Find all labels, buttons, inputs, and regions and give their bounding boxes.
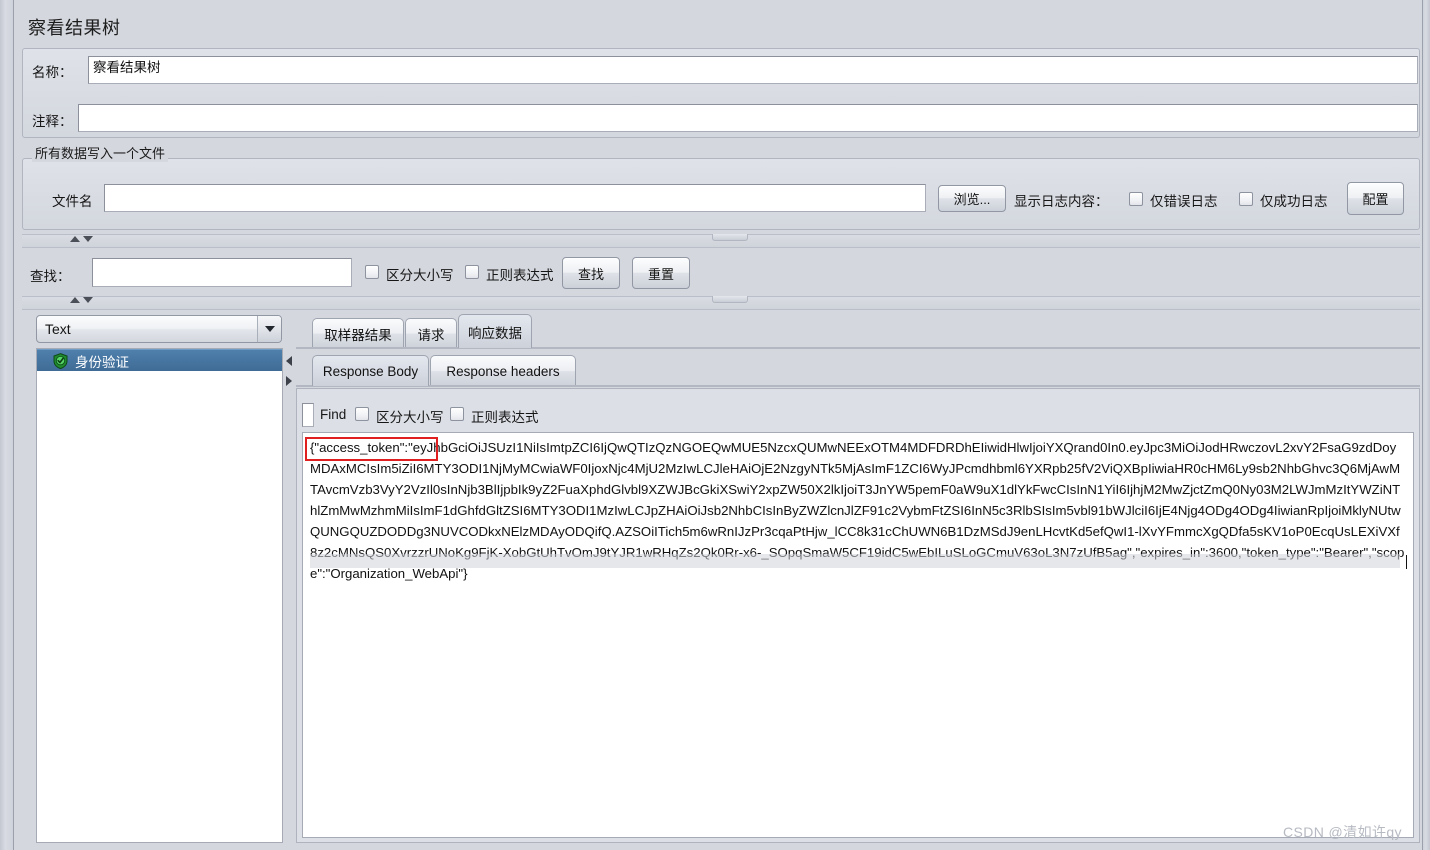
csdn-watermark: CSDN @清如许qy <box>1283 824 1402 840</box>
renderer-combo-value: Text <box>45 321 71 337</box>
tab-response-body[interactable]: Response Body <box>312 355 429 386</box>
splitter-top-notch[interactable] <box>712 234 748 241</box>
chevron-down-icon[interactable] <box>257 316 281 342</box>
response-tabs-underline <box>296 385 1420 387</box>
window-right-rail <box>1422 0 1430 850</box>
response-regex-checkbox[interactable] <box>450 407 464 421</box>
collapse-up-icon-2[interactable] <box>70 297 80 303</box>
response-regex-label: 正则表达式 <box>471 410 539 425</box>
collapse-left-icon[interactable] <box>286 356 292 366</box>
write-file-group-legend: 所有数据写入一个文件 <box>32 143 169 162</box>
tab-sampler-result[interactable]: 取样器结果 <box>312 318 404 348</box>
response-find-input[interactable] <box>302 403 314 427</box>
search-case-sensitive-label: 区分大小写 <box>386 268 454 283</box>
reset-button[interactable]: 重置 <box>632 257 690 289</box>
search-regex-checkbox[interactable] <box>465 265 479 279</box>
collapse-down-icon-2[interactable] <box>83 297 93 303</box>
collapse-up-icon[interactable] <box>70 236 80 242</box>
tab-response-data[interactable]: 响应数据 <box>458 314 532 348</box>
text-caret <box>1406 555 1407 569</box>
tab-request[interactable]: 请求 <box>405 318 457 348</box>
search-input[interactable] <box>92 258 352 287</box>
results-tree-panel[interactable]: 身份验证 <box>36 348 283 843</box>
tree-item-label: 身份验证 <box>75 354 129 370</box>
success-only-checkbox[interactable] <box>1239 192 1253 206</box>
name-label: 名称： <box>32 65 73 80</box>
search-label: 查找： <box>30 269 71 284</box>
search-case-sensitive-checkbox[interactable] <box>365 265 379 279</box>
log-display-label: 显示日志内容： <box>1014 194 1109 209</box>
comment-input[interactable] <box>78 104 1418 132</box>
horizontal-splitter-arrows[interactable] <box>284 348 294 394</box>
splitter-top-arrows[interactable] <box>70 236 93 242</box>
response-case-sensitive-label: 区分大小写 <box>376 410 444 425</box>
search-regex-label: 正则表达式 <box>486 268 554 283</box>
filename-label: 文件名 <box>52 194 93 209</box>
comment-label: 注释： <box>32 114 73 129</box>
errors-only-label: 仅错误日志 <box>1150 194 1218 209</box>
configure-button[interactable]: 配置 <box>1347 182 1404 215</box>
response-case-sensitive-checkbox[interactable] <box>355 407 369 421</box>
errors-only-checkbox[interactable] <box>1129 192 1143 206</box>
renderer-combo[interactable]: Text <box>36 315 282 343</box>
success-only-label: 仅成功日志 <box>1260 194 1328 209</box>
shield-check-icon <box>53 352 68 369</box>
selection-strip <box>310 554 1400 568</box>
collapse-down-icon[interactable] <box>83 236 93 242</box>
filename-input[interactable] <box>104 184 926 212</box>
response-body-area[interactable]: {"access_token":"eyJhbGciOiJSUzI1NiIsImt… <box>302 432 1414 838</box>
splitter-mid-notch[interactable] <box>712 296 748 303</box>
collapse-right-icon[interactable] <box>286 376 292 386</box>
page-title: 察看结果树 <box>28 18 121 38</box>
find-button[interactable]: 查找 <box>562 257 620 289</box>
jmeter-view-results-tree-window: 察看结果树 名称： 察看结果树 注释： 所有数据写入一个文件 文件名 浏览...… <box>0 0 1430 850</box>
name-input[interactable]: 察看结果树 <box>88 56 1418 84</box>
window-left-rail <box>0 0 14 850</box>
tab-response-headers[interactable]: Response headers <box>430 355 576 386</box>
tree-item-authentication[interactable]: 身份验证 <box>37 349 282 371</box>
splitter-mid-arrows[interactable] <box>70 297 93 303</box>
browse-button[interactable]: 浏览... <box>938 185 1006 212</box>
response-find-label: Find <box>320 407 347 422</box>
